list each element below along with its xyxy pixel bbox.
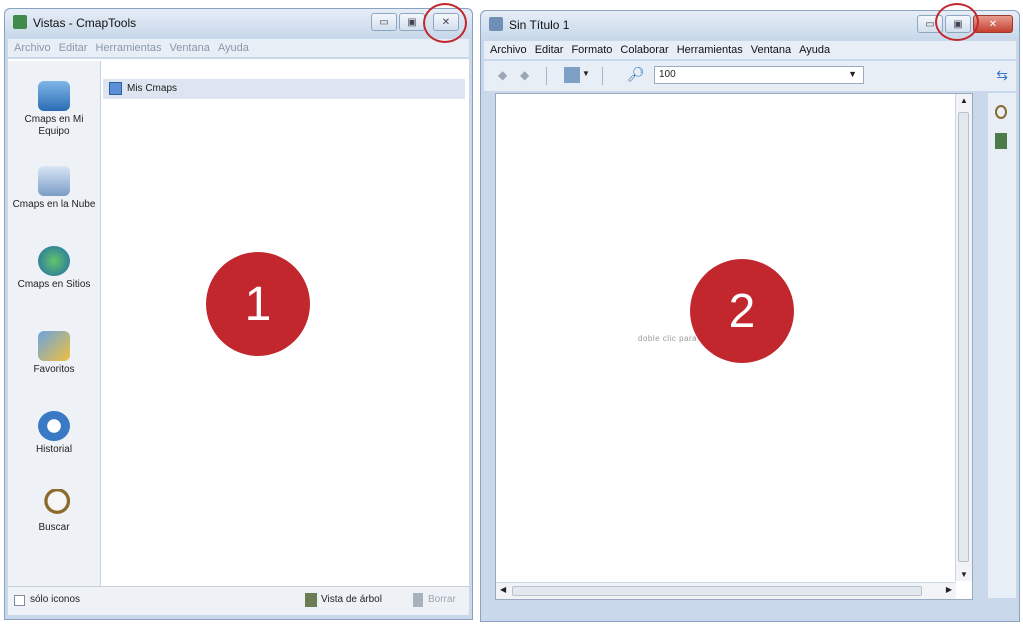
toolbar: ◆ ◆ ▼ 🔎︎ 100 ▼ ⇆ xyxy=(484,61,1016,91)
cmaps-views-window: Vistas - CmapTools ▭ ▣ ✕ Archivo Editar … xyxy=(4,8,473,620)
chevron-down-icon[interactable]: ▼ xyxy=(582,69,590,78)
marker-1: 1 xyxy=(206,252,310,356)
sidebar-item-label: Cmaps en Sitios xyxy=(17,279,91,290)
close-button[interactable]: ✕ xyxy=(973,15,1013,33)
zoom-icon: 🔎︎ xyxy=(627,66,645,82)
menu-ayuda[interactable]: Ayuda xyxy=(799,44,830,56)
tree-view-icon xyxy=(305,593,317,607)
marker-number: 2 xyxy=(728,284,756,338)
menu-editar[interactable]: Editar xyxy=(59,42,88,54)
menu-herramientas[interactable]: Herramientas xyxy=(95,42,161,54)
computer-icon xyxy=(38,81,70,111)
layout-icon[interactable] xyxy=(564,67,580,83)
scroll-right-icon[interactable]: ▶ xyxy=(946,585,952,594)
only-icons-label: sólo iconos xyxy=(30,594,81,605)
search-magnifier-icon[interactable] xyxy=(995,105,1007,119)
menu-bar: Archivo Editar Formato Colaborar Herrami… xyxy=(484,41,1016,59)
sidebar-item-buscar[interactable]: Buscar xyxy=(8,489,100,534)
close-button[interactable]: ✕ xyxy=(433,13,459,31)
horizontal-scrollbar[interactable]: ◀ ▶ xyxy=(496,582,956,599)
side-tool-panel xyxy=(988,93,1016,598)
menu-herramientas[interactable]: Herramientas xyxy=(677,44,743,56)
book-icon[interactable] xyxy=(995,133,1007,149)
scroll-up-icon[interactable]: ▲ xyxy=(960,96,968,105)
sidebar-item-label: Favoritos xyxy=(33,364,75,375)
back-arrow-icon[interactable]: ◆ xyxy=(498,68,507,82)
only-icons-checkbox[interactable] xyxy=(14,595,25,606)
marker-2: 2 xyxy=(690,259,794,363)
zoom-select[interactable]: 100 ▼ xyxy=(654,66,864,84)
minimize-button[interactable]: ▭ xyxy=(371,13,397,31)
sidebar-item-label: Buscar xyxy=(38,522,70,533)
cmap-document-icon xyxy=(489,17,503,31)
favorites-icon xyxy=(38,331,70,361)
sidebar-item-favoritos[interactable]: Favoritos xyxy=(8,331,100,376)
window-title: Vistas - CmapTools xyxy=(33,16,137,30)
maximize-button[interactable]: ▣ xyxy=(945,15,971,33)
chevron-down-icon: ▼ xyxy=(848,69,857,79)
menu-ventana[interactable]: Ventana xyxy=(169,42,209,54)
sidebar-item-sitios[interactable]: Cmaps en Sitios xyxy=(8,246,100,291)
scroll-thumb[interactable] xyxy=(512,586,922,596)
menu-editar[interactable]: Editar xyxy=(535,44,564,56)
marker-number: 1 xyxy=(244,277,272,331)
menu-bar: Archivo Editar Herramientas Ventana Ayud… xyxy=(8,39,469,57)
scroll-thumb[interactable] xyxy=(958,112,969,562)
folder-computer-icon xyxy=(109,82,122,95)
zoom-value: 100 xyxy=(659,69,676,80)
minimize-button[interactable]: ▭ xyxy=(917,15,943,33)
menu-colaborar[interactable]: Colaborar xyxy=(620,44,668,56)
cmap-editor-window: Sin Título 1 ▭ ▣ ✕ Archivo Editar Format… xyxy=(480,10,1020,622)
scroll-down-icon[interactable]: ▼ xyxy=(960,570,968,579)
menu-archivo[interactable]: Archivo xyxy=(490,44,527,56)
globe-icon xyxy=(38,246,70,276)
collaborate-icon[interactable]: ⇆ xyxy=(996,67,1008,84)
maximize-button[interactable]: ▣ xyxy=(399,13,425,31)
title-bar[interactable]: Vistas - CmapTools ▭ ▣ ✕ xyxy=(5,9,472,37)
search-magnifier-icon xyxy=(38,489,70,519)
scroll-left-icon[interactable]: ◀ xyxy=(500,585,506,594)
history-icon xyxy=(38,411,70,441)
cmaptools-app-icon xyxy=(13,15,27,29)
sidebar-item-label: Cmaps en la Nube xyxy=(12,199,96,210)
sidebar-item-mi-equipo[interactable]: Cmaps en Mi Equipo xyxy=(8,81,100,138)
delete-icon xyxy=(413,593,423,607)
delete-button[interactable]: Borrar xyxy=(428,594,456,605)
forward-arrow-icon[interactable]: ◆ xyxy=(520,68,529,82)
menu-formato[interactable]: Formato xyxy=(571,44,612,56)
tree-item-label: Mis Cmaps xyxy=(127,83,178,94)
sidebar-item-label: Historial xyxy=(35,444,73,455)
sidebar-item-label: Cmaps en Mi Equipo xyxy=(24,114,84,137)
menu-ayuda[interactable]: Ayuda xyxy=(218,42,249,54)
views-sidebar: Cmaps en Mi Equipo Cmaps en la Nube Cmap… xyxy=(8,61,101,587)
vertical-scrollbar[interactable]: ▲ ▼ xyxy=(955,94,972,581)
status-bar: sólo iconos Vista de árbol Borrar xyxy=(8,586,469,615)
menu-ventana[interactable]: Ventana xyxy=(751,44,791,56)
sidebar-item-nube[interactable]: Cmaps en la Nube xyxy=(8,166,100,211)
cloud-network-icon xyxy=(38,166,70,196)
tree-view-button[interactable]: Vista de árbol xyxy=(321,594,382,605)
toolbar-separator xyxy=(546,67,547,85)
toolbar-separator xyxy=(602,67,603,85)
tree-item-mis-cmaps[interactable]: Mis Cmaps xyxy=(103,79,465,99)
sidebar-item-historial[interactable]: Historial xyxy=(8,411,100,456)
window-title: Sin Título 1 xyxy=(509,18,570,32)
title-bar[interactable]: Sin Título 1 ▭ ▣ ✕ xyxy=(481,11,1019,39)
menu-archivo[interactable]: Archivo xyxy=(14,42,51,54)
